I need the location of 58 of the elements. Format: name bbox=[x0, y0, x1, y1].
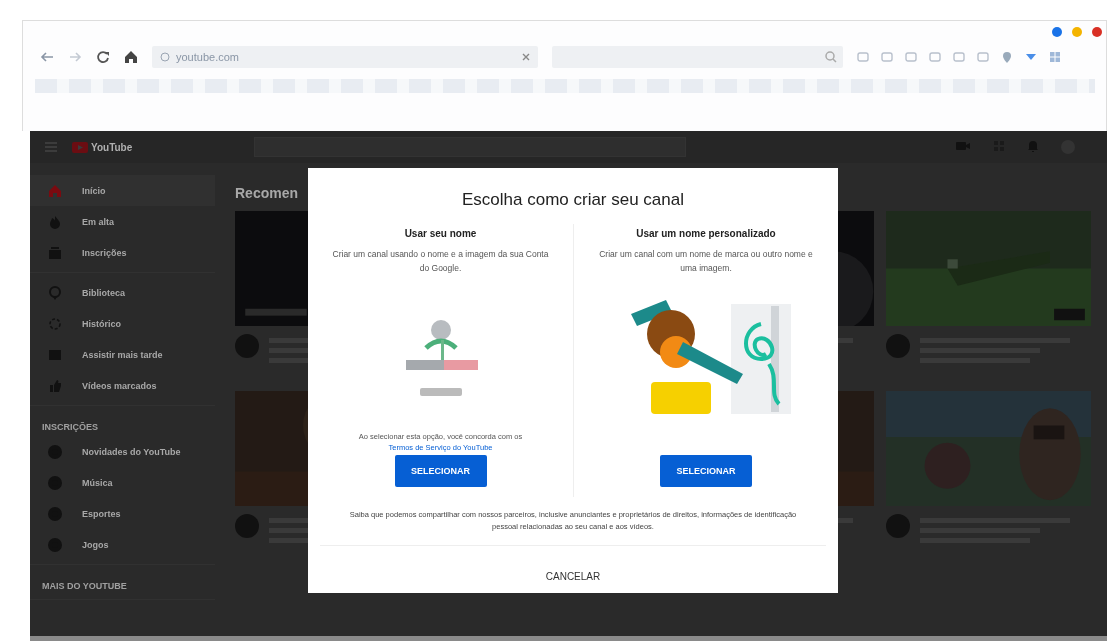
cancel-button[interactable]: CANCELAR bbox=[527, 560, 619, 592]
select-button[interactable]: SELECIONAR bbox=[660, 455, 752, 487]
extension-icon[interactable] bbox=[953, 51, 965, 63]
logo-text: YouTube bbox=[91, 141, 133, 153]
dialog-title: Escolha como criar seu canal bbox=[461, 190, 684, 209]
channel-avatar-icon bbox=[48, 506, 62, 521]
extension-icon[interactable] bbox=[929, 51, 941, 63]
channel-avatar-icon[interactable] bbox=[235, 334, 259, 358]
thumbs-up-icon bbox=[48, 378, 62, 393]
home-icon bbox=[48, 183, 62, 198]
sidebar-item[interactable]: Vídeos marcados bbox=[30, 370, 215, 401]
option-heading: Usar seu nome bbox=[404, 228, 477, 239]
library-icon bbox=[48, 285, 62, 300]
subscriptions-icon bbox=[48, 245, 62, 260]
globe-icon bbox=[160, 52, 170, 62]
sidebar-item[interactable]: Em alta bbox=[30, 206, 215, 237]
section-title: Recomen bbox=[235, 185, 299, 201]
play-logo-icon bbox=[72, 141, 88, 153]
history-icon bbox=[48, 316, 62, 331]
clear-icon[interactable] bbox=[522, 53, 530, 61]
channel-avatar-icon[interactable] bbox=[886, 334, 910, 358]
channel-avatar-icon bbox=[48, 537, 62, 552]
pin-icon[interactable] bbox=[1001, 51, 1013, 63]
sidebar-item[interactable]: Assistir mais tarde bbox=[30, 339, 215, 370]
option-description: Criar um canal usando o nome e a imagem da sua Conta do Google. bbox=[331, 248, 550, 275]
option-heading: Usar um nome personalizado bbox=[636, 228, 776, 239]
back-icon[interactable] bbox=[39, 50, 54, 64]
channel-avatar-icon[interactable] bbox=[886, 514, 910, 538]
channel-avatar-icon bbox=[48, 444, 62, 459]
select-button[interactable]: SELECIONAR bbox=[394, 455, 487, 487]
channel-avatar-icon bbox=[48, 475, 62, 490]
sidebar-item[interactable]: Biblioteca bbox=[30, 277, 215, 308]
sidebar-item[interactable]: Início bbox=[30, 175, 215, 206]
reload-icon[interactable] bbox=[96, 50, 110, 64]
sidebar-item[interactable]: Música bbox=[30, 467, 215, 498]
extension-icon[interactable] bbox=[881, 51, 893, 63]
home-icon[interactable] bbox=[124, 50, 138, 64]
extension-icon[interactable] bbox=[857, 51, 869, 63]
sidebar-item[interactable]: Inscrições bbox=[30, 237, 215, 268]
option-description: Criar um canal com um nome de marca ou outro nome e uma imagem. bbox=[598, 248, 814, 275]
extension-icon[interactable] bbox=[905, 51, 917, 63]
youtube-logo[interactable]: YouTube bbox=[72, 141, 133, 153]
blurred-name-drawing bbox=[419, 388, 462, 396]
sidebar-item[interactable]: Esportes bbox=[30, 498, 215, 529]
channel-avatar-icon[interactable] bbox=[235, 514, 259, 538]
extension-icon[interactable] bbox=[977, 51, 989, 63]
search-field[interactable] bbox=[552, 46, 843, 68]
search-icon[interactable] bbox=[825, 51, 837, 63]
sidebar-item[interactable]: Jogos bbox=[30, 529, 215, 560]
forward-icon[interactable] bbox=[68, 50, 82, 64]
folder-icon bbox=[48, 347, 62, 362]
sidebar-item[interactable]: Histórico bbox=[30, 308, 215, 339]
url-text: youtube.com bbox=[176, 51, 240, 63]
flame-icon bbox=[48, 214, 62, 229]
sidebar-item[interactable]: Novidades do YouTube bbox=[30, 436, 215, 467]
section-heading: MAIS DO YOUTUBE bbox=[41, 580, 128, 593]
section-heading: INSCRIÇÕES bbox=[41, 421, 99, 434]
grid-icon[interactable] bbox=[1049, 51, 1061, 63]
